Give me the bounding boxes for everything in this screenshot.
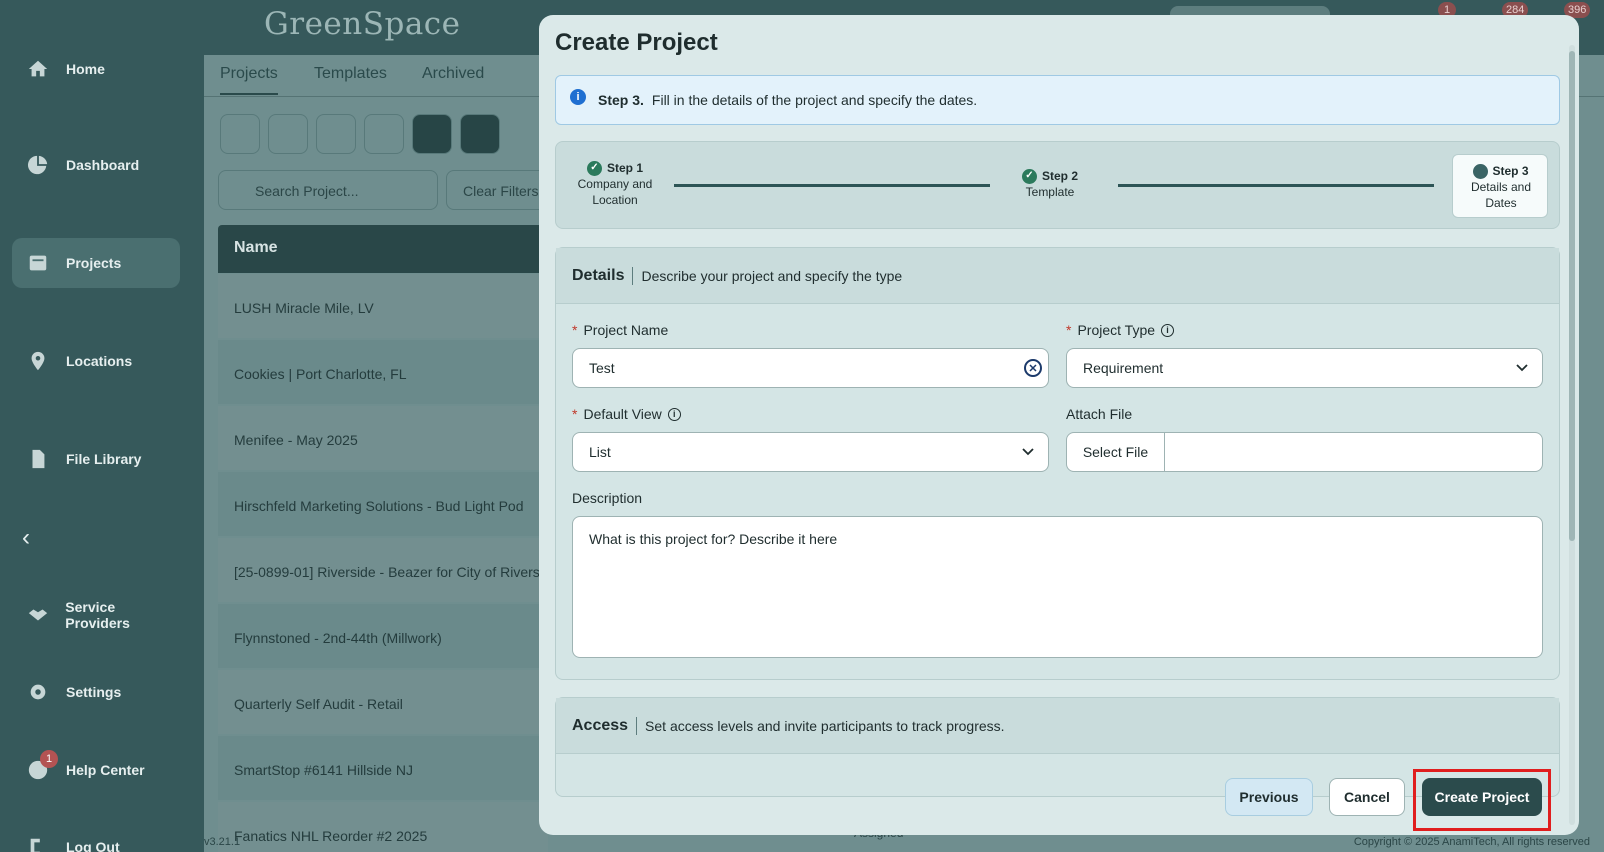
gear-icon [26,680,50,704]
check-icon: ✓ [1021,168,1037,184]
info-text: Fill in the details of the project and s… [651,92,978,108]
previous-button[interactable]: Previous [1225,778,1313,816]
sidebar-item-label: Locations [66,353,133,369]
sidebar-item-home[interactable]: Home [12,44,180,94]
table-row[interactable]: Flynnstoned - 2nd-44th (Millwork) [218,604,548,668]
default-view-select[interactable]: List [572,432,1049,472]
details-subtitle: Describe your project and specify the ty… [641,267,903,284]
attach-file-input[interactable]: Select File [1066,432,1543,472]
chevron-down-icon [1516,364,1528,372]
details-section: Details Describe your project and specif… [555,247,1560,680]
logout-icon [26,835,50,852]
version-label: v3.21.1 [204,836,241,848]
access-section: Access Set access levels and invite part… [555,697,1560,797]
step-connector [1118,184,1434,187]
scrollbar-thumb[interactable] [1569,51,1575,541]
step-3[interactable]: Step 3 Details and Dates [1452,154,1548,218]
tab-projects[interactable]: Projects [220,65,278,95]
chevron-down-icon [1022,448,1034,456]
tab-templates[interactable]: Templates [314,65,387,83]
sidebar-item-label: Dashboard [66,157,140,173]
attach-file-label: Attach File [1066,406,1133,422]
info-icon[interactable]: i [667,407,681,421]
edit-button[interactable] [220,114,260,154]
table-row[interactable]: LUSH Miracle Mile, LV [218,274,548,338]
check-icon: ✓ [586,160,602,176]
sidebar-item-help-center[interactable]: Help Center [12,745,180,795]
create-project-modal: Create Project i Step 3. Fill in the det… [539,15,1579,835]
select-file-button[interactable]: Select File [1067,433,1165,471]
table-row[interactable]: Cookies | Port Charlotte, FL [218,340,548,404]
step-2-sub: Template [1025,185,1075,199]
sidebar-item-label: Settings [66,684,122,700]
delete-button[interactable] [268,114,308,154]
tab-archived[interactable]: Archived [422,65,484,83]
logo: GreenSpace [264,6,461,42]
default-view-label: * Default View i [572,406,681,422]
info-step: Step 3. [598,92,644,108]
details-title: Details [572,266,634,285]
description-label: Description [572,490,643,506]
sidebar-item-file-library[interactable]: File Library [12,434,180,484]
pie-chart-icon [26,153,50,177]
sidebar-item-label: Log Out [66,839,120,852]
step-1-sub: Company and Location [577,177,653,207]
home-icon [26,57,50,81]
table-row[interactable]: Quarterly Self Audit - Retail [218,670,548,734]
stepper: ✓ Step 1 Company and Location ✓ Step 2 Tem… [555,141,1560,229]
sidebar: Home Dashboard Projects Locations File L… [0,0,196,852]
location-pin-icon [26,349,50,373]
sidebar-item-projects[interactable]: Projects [12,238,180,288]
step-connector [674,184,990,187]
sidebar-item-service-providers[interactable]: Service Providers [12,590,180,640]
table-row[interactable]: [25-0899-01] Riverside - Beazer for City… [218,538,548,602]
sidebar-item-label: File Library [66,451,142,467]
project-name-label: * Project Name [572,322,669,338]
access-title: Access [572,716,638,735]
cancel-button[interactable]: Cancel [1329,778,1405,816]
sidebar-item-label: Home [66,61,105,77]
handshake-icon [26,603,49,627]
sidebar-item-label: Help Center [66,762,145,778]
name-column-header[interactable]: Name [218,225,548,273]
modal-title: Create Project [555,29,718,56]
table-row[interactable]: Menifee - May 2025 [218,406,548,470]
sidebar-item-settings[interactable]: Settings [12,667,180,717]
clear-icon[interactable]: ✕ [1024,359,1042,377]
archive-button[interactable] [316,114,356,154]
project-type-select[interactable]: Requirement [1066,348,1543,388]
info-banner: i Step 3. Fill in the details of the pro… [555,75,1560,125]
info-icon: i [570,89,586,105]
sidebar-item-label: Projects [66,255,122,271]
pause-button[interactable] [412,114,452,154]
help-badge: 1 [40,750,58,768]
copy-button[interactable] [364,114,404,154]
sidebar-item-label: Service Providers [65,599,130,631]
step-2[interactable]: ✓ Step 2 Template [1010,168,1090,200]
copyright: Copyright © 2025 AnamiTech, All rights r… [1353,836,1590,848]
table-row[interactable]: Hirschfeld Marketing Solutions - Bud Lig… [218,472,548,536]
table-row[interactable]: SmartStop #6141 Hillside NJ [218,736,548,800]
sidebar-item-log-out[interactable]: Log Out [12,822,180,852]
sidebar-item-locations[interactable]: Locations [12,336,180,386]
project-search-input[interactable]: Search Project... [218,170,438,210]
filter-button[interactable] [460,114,500,154]
access-subtitle: Set access levels and invite participant… [645,717,1005,734]
description-textarea[interactable]: What is this project for? Describe it he… [572,516,1543,658]
project-name-input[interactable]: Test ✕ [572,348,1049,388]
collapse-sidebar-icon[interactable]: ‹ [22,524,30,552]
sidebar-item-dashboard[interactable]: Dashboard [12,140,180,190]
file-icon [26,447,50,471]
projects-icon [26,251,50,275]
highlight-box [1413,769,1551,831]
info-icon[interactable]: i [1161,323,1175,337]
step-3-sub: Details and Dates [1470,180,1532,210]
step-1[interactable]: ✓ Step 1 Company and Location [574,160,656,208]
project-type-label: * Project Type i [1066,322,1175,338]
table-row[interactable]: Fanatics NHL Reorder #2 2025 [218,802,548,852]
current-step-icon [1473,163,1489,179]
